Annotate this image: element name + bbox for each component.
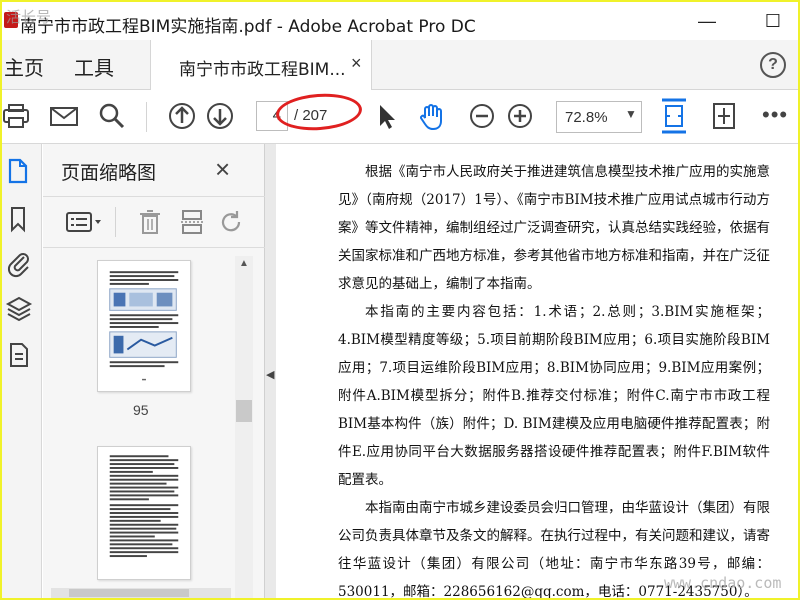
horizontal-scrollbar[interactable]	[51, 588, 231, 598]
panel-title: 页面缩略图	[61, 162, 157, 184]
red-annotation-ellipse	[274, 91, 364, 133]
page-thumbnails-panel: 页面缩略图 × 95 ▲	[43, 144, 265, 598]
delete-icon[interactable]	[135, 207, 165, 237]
document-tab-label: 南宁市市政工程BIM...	[179, 60, 346, 80]
fit-page-icon[interactable]	[658, 96, 690, 136]
attachment-icon[interactable]	[4, 248, 34, 278]
zoom-in-icon[interactable]	[504, 100, 536, 132]
panel-divider	[115, 207, 116, 237]
scroll-up-icon[interactable]: ▲	[239, 258, 249, 269]
zoom-level-value: 72.8%	[565, 109, 608, 126]
watermark-top-left: 活长号	[6, 9, 52, 26]
more-tools-icon[interactable]: •••	[762, 102, 788, 128]
menu-bar: 主页 工具 南宁市市政工程BIM... × ?	[2, 40, 798, 90]
print-icon[interactable]	[2, 100, 32, 132]
document-view: 根据《南宁市人民政府关于推进建筑信息模型技术推广应用的实施意见》（南府规（201…	[276, 144, 798, 598]
full-screen-icon[interactable]	[708, 100, 740, 132]
horizontal-scrollbar-thumb[interactable]	[69, 589, 189, 597]
rotate-icon[interactable]	[217, 207, 247, 237]
document-tab[interactable]: 南宁市市政工程BIM... ×	[150, 40, 372, 90]
acrobat-window: 南宁市市政工程BIM实施指南.pdf - Adobe Acrobat Pro D…	[2, 2, 798, 598]
watermark-bottom-right: www.cndao.com	[664, 574, 782, 592]
toolbar: 4 / 207 72.8% ▼ •••	[2, 90, 798, 144]
email-icon[interactable]	[48, 100, 80, 132]
options-menu-icon[interactable]	[65, 207, 105, 237]
scrollbar-thumb[interactable]	[236, 400, 252, 422]
search-icon[interactable]	[96, 100, 128, 132]
zoom-level-select[interactable]: 72.8% ▼	[556, 101, 642, 133]
thumbnail-tools	[43, 196, 265, 248]
content-icon[interactable]	[4, 340, 34, 370]
help-icon[interactable]: ?	[760, 52, 786, 78]
thumbnail-page-number: 95	[133, 402, 149, 418]
page-thumbnails-icon[interactable]	[4, 156, 34, 186]
tab-close-icon[interactable]: ×	[351, 53, 362, 74]
document-paragraph: 本指南的主要内容包括：1.术语；2.总则；3.BIM实施框架；4.BIM模型精度…	[338, 304, 770, 488]
chevron-down-icon: ▼	[625, 107, 637, 121]
tools-menu[interactable]: 工具	[74, 52, 114, 81]
thumbnail-scrollbar[interactable]: ▲	[235, 256, 253, 598]
bookmark-icon[interactable]	[4, 204, 34, 234]
close-icon[interactable]: ×	[215, 154, 230, 185]
layers-icon[interactable]	[4, 294, 34, 324]
title-bar: 南宁市市政工程BIM实施指南.pdf - Adobe Acrobat Pro D…	[2, 2, 798, 40]
home-menu[interactable]: 主页	[4, 52, 44, 81]
maximize-button[interactable]: ☐	[758, 8, 788, 34]
collapse-panel-icon[interactable]: ◀	[266, 368, 274, 381]
minimize-button[interactable]: —	[692, 8, 722, 34]
previous-page-icon[interactable]	[166, 100, 198, 132]
toolbar-divider	[146, 102, 147, 132]
page-thumbnail[interactable]	[97, 446, 191, 580]
page-thumbnail[interactable]	[97, 260, 191, 392]
hand-tool-icon[interactable]	[416, 100, 448, 132]
zoom-out-icon[interactable]	[466, 100, 498, 132]
document-body: 根据《南宁市人民政府关于推进建筑信息模型技术推广应用的实施意见》（南府规（201…	[338, 158, 770, 598]
left-navigation-rail	[2, 144, 42, 598]
next-page-icon[interactable]	[204, 100, 236, 132]
window-title: 南宁市市政工程BIM实施指南.pdf - Adobe Acrobat Pro D…	[20, 17, 476, 37]
document-paragraph: 根据《南宁市人民政府关于推进建筑信息模型技术推广应用的实施意见》（南府规（201…	[338, 164, 770, 292]
insert-page-icon[interactable]	[177, 207, 207, 237]
select-cursor-icon[interactable]	[370, 100, 402, 132]
